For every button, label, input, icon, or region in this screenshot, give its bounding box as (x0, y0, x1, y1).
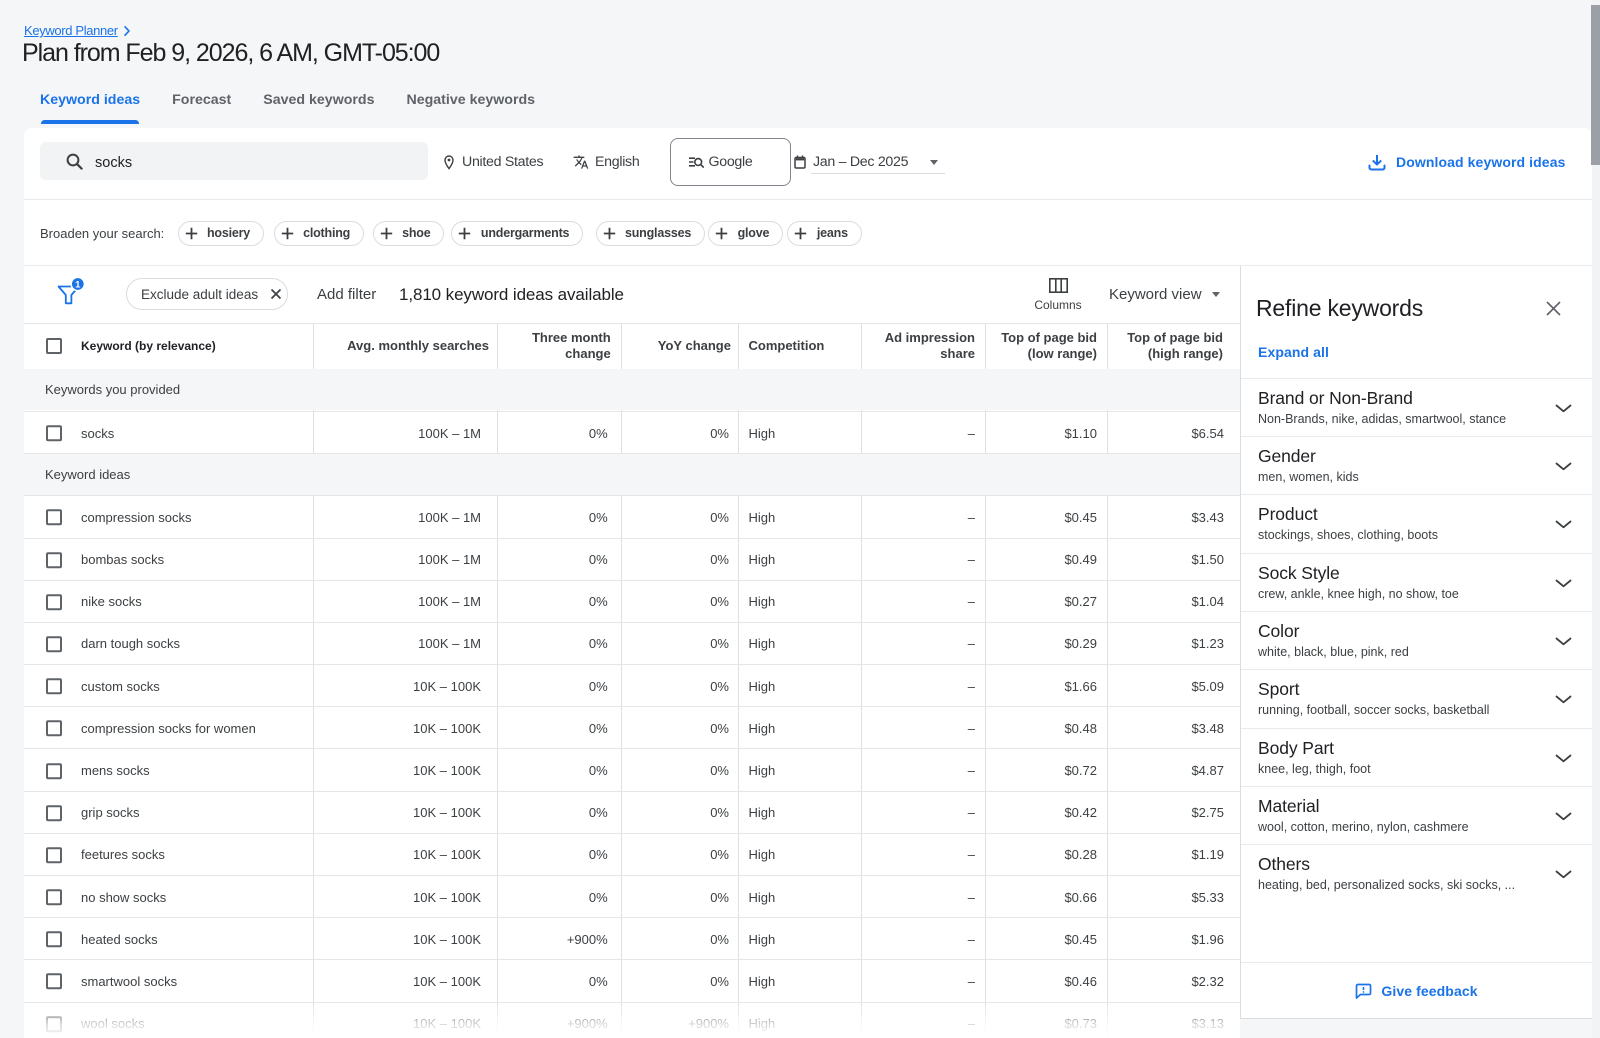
svg-text:1: 1 (75, 280, 81, 291)
